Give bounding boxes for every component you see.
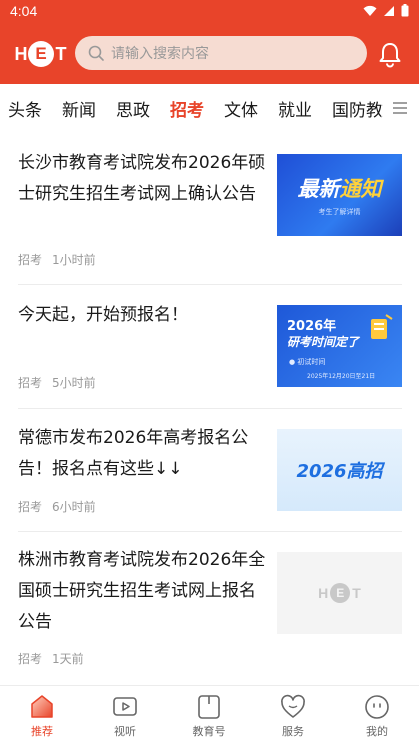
thumb-headline: 研考时间定了 — [287, 335, 360, 349]
article-title: 今天起，开始预报名！ — [18, 305, 188, 325]
status-bar: 4:04 — [0, 0, 419, 24]
logo-letter-h: H — [14, 43, 28, 64]
article-item[interactable]: 株洲市教育考试院发布2026年全国硕士研究生招生考试网上报名公告 招考 1天前 … — [0, 532, 419, 682]
tab-ideology[interactable]: 思政 — [116, 96, 150, 121]
heart-icon — [281, 694, 305, 718]
nav-label: 视听 — [114, 725, 136, 738]
tab-news[interactable]: 新闻 — [62, 96, 96, 121]
nav-profile[interactable]: 我的 — [347, 694, 407, 739]
article-meta: 招考 5小时前 — [18, 374, 96, 391]
article-thumbnail: 2026高招 — [277, 429, 402, 511]
nav-label: 教育号 — [192, 725, 226, 738]
thumb-subtitle: ● 初试时间 — [289, 358, 326, 366]
video-icon — [113, 697, 137, 716]
logo-letter-e: E — [28, 41, 54, 67]
article-category: 招考 — [18, 652, 43, 666]
article-meta: 招考 6小时前 — [18, 498, 96, 515]
article-title: 长沙市教育考试院发布2026年硕士研究生招生考试网上确认公告 — [18, 153, 266, 204]
home-icon — [31, 695, 53, 718]
article-meta: 招考 1天前 — [18, 650, 84, 667]
megaphone-icon — [371, 314, 393, 339]
nav-education-account[interactable]: 教育号 — [179, 694, 239, 739]
article-thumbnail: 2026年 研考时间定了 ● 初试时间 2025年12月20日至21日 — [277, 305, 402, 387]
tab-culture-sports[interactable]: 文体 — [224, 96, 258, 121]
article-item[interactable]: 常德市发布2026年高考报名公告！报名点有这些↓↓ 招考 6小时前 2026高招 — [0, 409, 419, 531]
nav-label: 我的 — [366, 725, 388, 738]
profile-icon — [365, 695, 389, 719]
nav-label: 推荐 — [31, 725, 53, 738]
logo-letter-t: T — [55, 43, 67, 64]
article-item[interactable]: 今天起，开始预报名！ 招考 5小时前 2026年 研考时间定了 ● 初试时间 2… — [0, 285, 419, 408]
signal-icon — [384, 5, 394, 16]
search-placeholder: 请输入搜索内容 — [111, 46, 209, 62]
placeholder-letter-h: H — [318, 585, 329, 601]
article-category: 招考 — [18, 376, 43, 390]
bottom-nav: 推荐 视听 教育号 服务 我的 — [0, 685, 419, 745]
thumb-year: 2026年 — [287, 319, 337, 334]
thumb-caption: 考生了解详情 — [318, 208, 361, 216]
thumb-date: 2025年12月20日至21日 — [307, 373, 376, 380]
tab-admissions[interactable]: 招考 — [170, 96, 204, 121]
status-time: 4:04 — [10, 3, 38, 19]
battery-icon — [401, 4, 409, 17]
tab-headlines[interactable]: 头条 — [8, 96, 42, 121]
nav-recommend[interactable]: 推荐 — [12, 694, 72, 739]
thumb-headline: 最新通知 — [297, 177, 382, 201]
placeholder-letter-e: E — [330, 583, 351, 603]
article-thumbnail-placeholder: H E T — [277, 552, 402, 634]
article-title: 常德市发布2026年高考报名公告！报名点有这些↓↓ — [18, 428, 249, 479]
article-time: 1小时前 — [52, 253, 96, 267]
tab-national-defense[interactable]: 国防教 — [332, 96, 383, 121]
thumb-headline: 2026高招 — [296, 461, 383, 482]
wifi-icon — [363, 5, 377, 16]
app-logo[interactable]: H E T — [14, 40, 68, 68]
article-title: 株洲市教育考试院发布2026年全国硕士研究生招生考试网上报名公告 — [18, 550, 266, 632]
menu-icon — [393, 102, 407, 114]
nav-label: 服务 — [282, 725, 304, 738]
article-category: 招考 — [18, 500, 43, 514]
tab-employment[interactable]: 就业 — [278, 96, 312, 121]
article-meta: 招考 1小时前 — [18, 251, 96, 268]
nav-video[interactable]: 视听 — [95, 694, 155, 739]
article-category: 招考 — [18, 253, 43, 267]
placeholder-letter-t: T — [352, 585, 361, 601]
app-header: 4:04 H E T 请输入搜索内容 — [0, 0, 419, 84]
status-icons — [363, 4, 409, 17]
nav-services[interactable]: 服务 — [263, 694, 323, 739]
article-item[interactable]: 长沙市教育考试院发布2026年硕士研究生招生考试网上确认公告 招考 1小时前 最… — [0, 132, 419, 284]
book-icon — [198, 695, 220, 719]
category-tabs: 头条 新闻 思政 招考 文体 就业 国防教 — [0, 84, 419, 132]
search-bar[interactable]: 请输入搜索内容 — [75, 36, 367, 70]
article-thumbnail: 最新通知 考生了解详情 — [277, 154, 402, 236]
tab-menu-button[interactable] — [381, 84, 419, 132]
search-icon — [88, 45, 104, 61]
article-time: 5小时前 — [52, 376, 96, 390]
article-time: 1天前 — [52, 652, 84, 666]
article-time: 6小时前 — [52, 500, 96, 514]
notification-bell-icon[interactable] — [376, 40, 404, 68]
